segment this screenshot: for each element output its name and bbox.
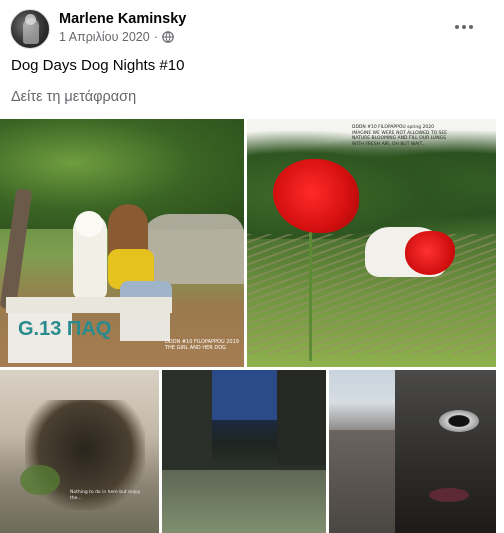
photo-5[interactable] — [329, 370, 496, 533]
photo-building — [162, 370, 212, 470]
photo-wall — [329, 430, 395, 533]
photo-mural-eye — [439, 410, 479, 432]
post-meta: 1 Απριλίου 2020 · — [59, 30, 174, 44]
meta-separator: · — [153, 30, 158, 44]
more-options-icon[interactable] — [450, 15, 478, 39]
photo-2[interactable]: DDDN #10 FILOPAPPOU spring 2020 IMAGINE … — [247, 119, 496, 367]
photo-caption: DDDN #10 FILOPAPPOU spring 2020 IMAGINE … — [352, 125, 448, 147]
photo-3[interactable]: Nothing to do in here but enjoy the... — [0, 370, 159, 533]
author-name[interactable]: Marlene Kaminsky — [59, 11, 186, 27]
facebook-post: Marlene Kaminsky 1 Απριλίου 2020 · Dog D… — [0, 0, 504, 533]
photo-sky — [202, 370, 282, 420]
photo-plant — [20, 465, 60, 495]
globe-icon[interactable] — [162, 31, 174, 43]
photo-4[interactable] — [162, 370, 326, 533]
photo-rocks — [140, 214, 244, 284]
photo-dog-head — [75, 211, 103, 237]
photo-mural-face — [395, 370, 496, 533]
photo-building — [277, 370, 326, 465]
author-avatar[interactable] — [10, 9, 50, 49]
photo-caption: Nothing to do in here but enjoy the... — [70, 490, 141, 501]
post-text: Dog Days Dog Nights #10 — [11, 57, 185, 74]
photo-1[interactable]: G.13 ΠΑQ DDDN #10 FILOPAPPOU 2019 THE GI… — [0, 119, 244, 367]
photo-bench — [6, 297, 172, 313]
post-date[interactable]: 1 Απριλίου 2020 — [59, 30, 150, 44]
photo-gallery: G.13 ΠΑQ DDDN #10 FILOPAPPOU 2019 THE GI… — [0, 119, 496, 533]
photo-graffiti-text: G.13 ΠΑQ — [18, 318, 112, 340]
photo-bench-leg — [120, 313, 170, 341]
photo-mural-lips — [429, 488, 469, 502]
photo-caption: DDDN #10 FILOPAPPOU 2019 THE GIRL AND HE… — [165, 339, 239, 351]
post-header: Marlene Kaminsky 1 Απριλίου 2020 · — [10, 7, 496, 51]
photo-road — [162, 470, 326, 533]
photo-poppy-stem — [309, 231, 312, 361]
avatar-head — [25, 14, 36, 25]
see-translation-link[interactable]: Δείτε τη μετάφραση — [11, 89, 136, 105]
